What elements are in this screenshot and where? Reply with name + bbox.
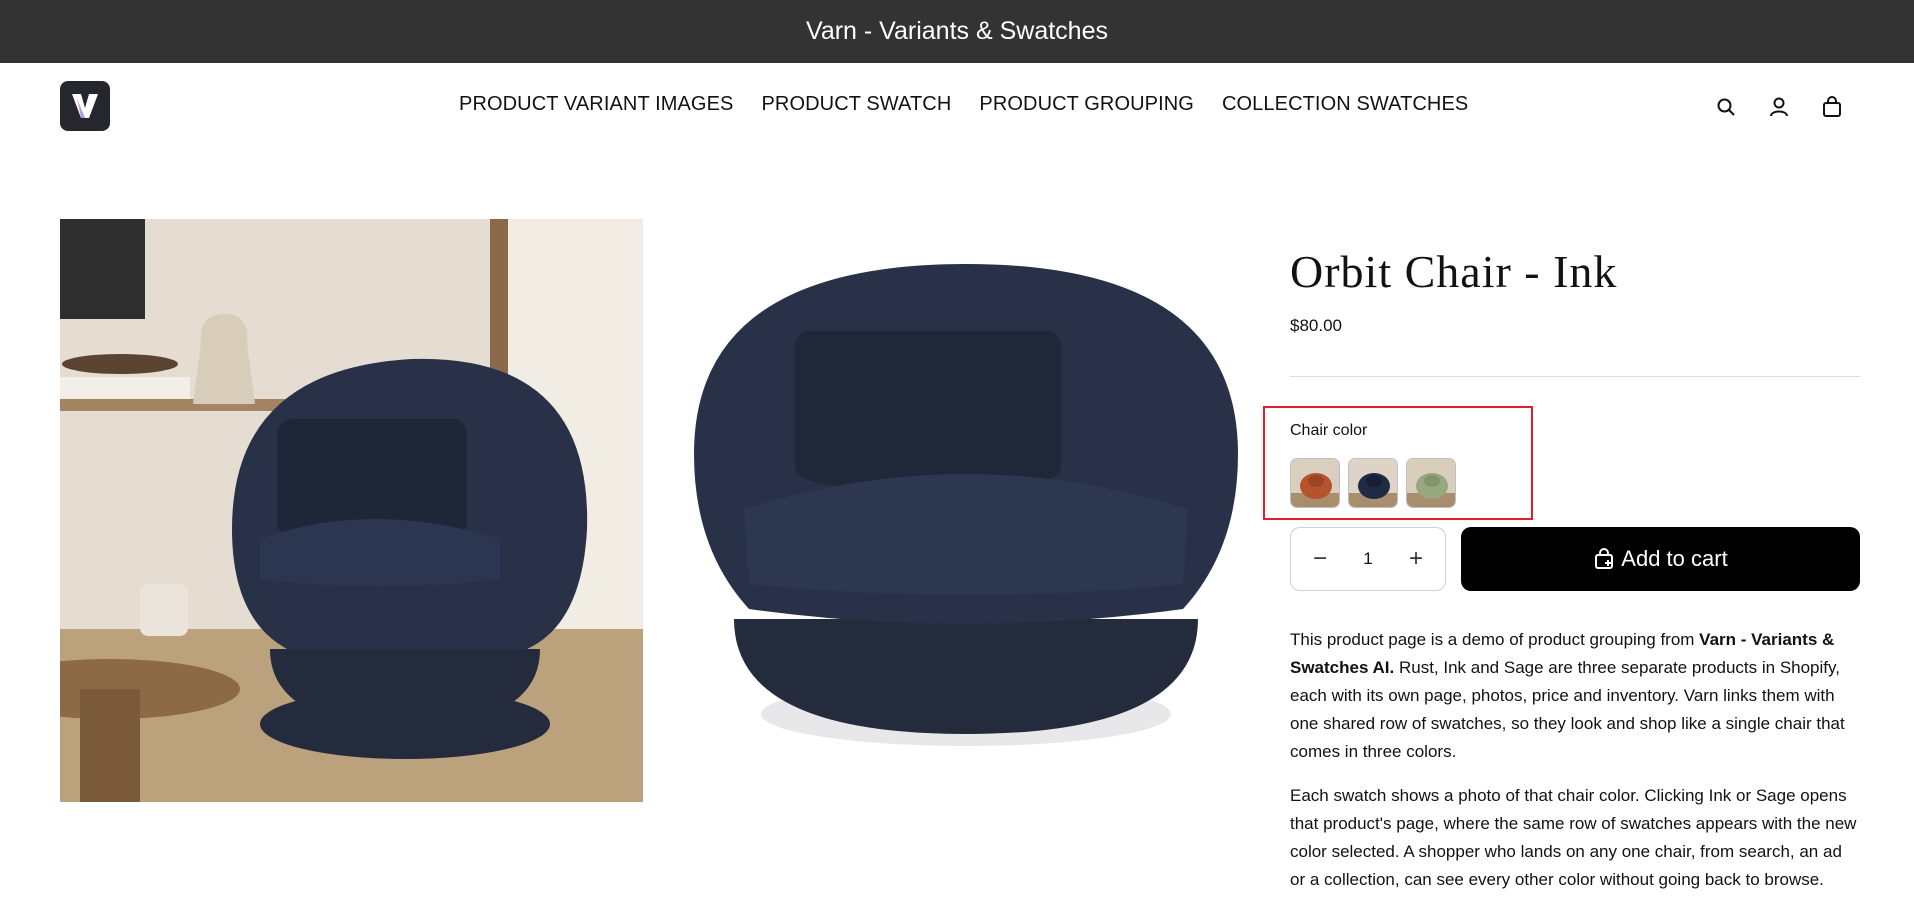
cart-icon[interactable] [1818, 93, 1846, 121]
product-photo [674, 219, 1257, 802]
announcement-text: Varn - Variants & Swatches [806, 17, 1108, 45]
quantity-input[interactable]: 1 [1363, 549, 1372, 569]
logo-icon [72, 94, 98, 118]
swatch-rust[interactable] [1290, 458, 1340, 508]
site-header: PRODUCT VARIANT IMAGES PRODUCT SWATCH PR… [0, 63, 1914, 149]
swatch-sage[interactable] [1406, 458, 1456, 508]
account-icon[interactable] [1765, 93, 1793, 121]
cart-add-icon [1595, 548, 1614, 569]
announcement-bar: Varn - Variants & Swatches [0, 0, 1914, 63]
main-nav: PRODUCT VARIANT IMAGES PRODUCT SWATCH PR… [459, 93, 1468, 116]
nav-product-variant-images[interactable]: PRODUCT VARIANT IMAGES [459, 93, 733, 116]
nav-product-swatch[interactable]: PRODUCT SWATCH [761, 93, 951, 116]
product-title: Orbit Chair - Ink [1290, 246, 1618, 297]
add-to-cart-label: Add to cart [1621, 546, 1728, 571]
swatch-ink[interactable] [1348, 458, 1398, 508]
description-paragraph-2: Each swatch shows a photo of that chair … [1290, 786, 1857, 889]
product-image-main[interactable] [674, 219, 1257, 802]
header-icons [1712, 93, 1846, 121]
product-price: $80.00 [1290, 316, 1342, 335]
product-description: This product page is a demo of product g… [1290, 626, 1860, 910]
search-icon[interactable] [1712, 93, 1740, 121]
product-info: Orbit Chair - Ink $80.00 Chair color − 1… [1263, 219, 1860, 889]
description-paragraph-1: This product page is a demo of product g… [1290, 630, 1845, 761]
divider [1290, 376, 1860, 377]
quantity-stepper: − 1 + [1290, 527, 1446, 591]
swatch-label: Chair color [1290, 422, 1368, 439]
nav-product-grouping[interactable]: PRODUCT GROUPING [979, 93, 1194, 116]
product-image-lifestyle[interactable] [60, 219, 643, 802]
nav-collection-swatches[interactable]: COLLECTION SWATCHES [1222, 93, 1468, 116]
color-swatches [1290, 458, 1456, 508]
quantity-decrease-button[interactable]: − [1309, 545, 1331, 573]
quantity-increase-button[interactable]: + [1405, 545, 1427, 573]
store-logo[interactable] [60, 81, 110, 131]
lifestyle-photo [60, 219, 643, 802]
add-to-cart-button[interactable]: Add to cart [1461, 527, 1860, 591]
